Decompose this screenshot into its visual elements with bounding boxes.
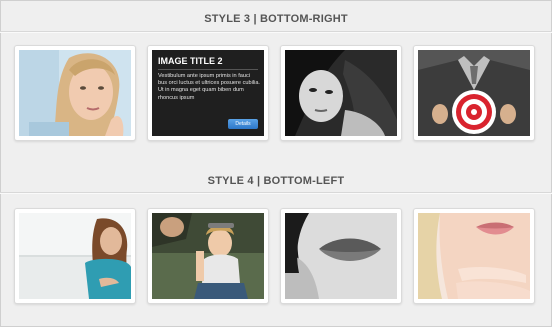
caption-overlay-panel: IMAGE TITLE 2 Vestibulum ante ipsum prim… <box>152 50 264 136</box>
thumbnail-businessman-target[interactable] <box>413 45 535 141</box>
caption-overlay: IMAGE TITLE 2 Vestibulum ante ipsum prim… <box>152 50 264 136</box>
thumbnail-caption-overlay[interactable]: IMAGE TITLE 2 Vestibulum ante ipsum prim… <box>147 45 269 141</box>
woman-teal-shirt-photo <box>19 213 131 299</box>
section-title-style-4: STYLE 4 | BOTTOM-LEFT <box>207 175 345 187</box>
woman-black-white-photo <box>285 50 397 136</box>
thumbnail-woman-thinking[interactable] <box>14 45 136 141</box>
details-button[interactable]: Details <box>228 119 258 129</box>
thumbnail-woman-lips[interactable] <box>413 208 535 304</box>
caption-text: Vestibulum ante ipsum primis in fauci bu… <box>158 73 260 101</box>
businessman-target-photo <box>418 50 530 136</box>
section-title-style-3: STYLE 3 | BOTTOM-RIGHT <box>204 13 348 25</box>
thumbnail-lips-bw[interactable] <box>280 208 402 304</box>
section-divider <box>0 192 552 194</box>
thumbnail-woman-teal[interactable] <box>14 208 136 304</box>
section-divider <box>0 31 552 33</box>
woman-thinking-photo <box>19 50 131 136</box>
caption-divider <box>158 69 258 70</box>
girl-hand-reaching-photo <box>152 213 264 299</box>
thumbnail-woman-bw[interactable] <box>280 45 402 141</box>
caption-title: IMAGE TITLE 2 <box>158 56 223 66</box>
thumbnail-girl-reaching[interactable] <box>147 208 269 304</box>
lips-bw-closeup-photo <box>285 213 397 299</box>
woman-lips-hand-photo <box>418 213 530 299</box>
